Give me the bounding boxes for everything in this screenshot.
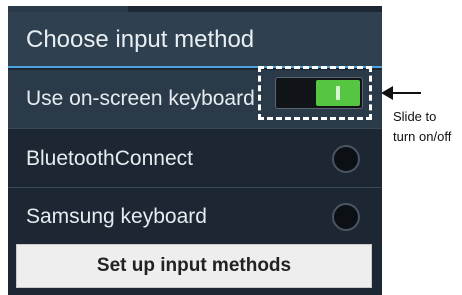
dialog-title: Choose input method (8, 12, 382, 68)
set-up-input-methods-button[interactable]: Set up input methods (16, 244, 372, 288)
samsung-keyboard-radio[interactable] (332, 203, 360, 231)
on-screen-keyboard-label: Use on-screen keyboard (26, 87, 255, 110)
arrow-left-icon (381, 86, 421, 100)
samsung-keyboard-row[interactable]: Samsung keyboard (8, 188, 382, 246)
toggle-knob[interactable] (316, 80, 360, 106)
callout-line-2: turn on/off (393, 129, 452, 144)
divider (8, 128, 382, 129)
on-screen-keyboard-toggle[interactable] (275, 77, 363, 109)
callout-text: Slide to turn on/off (393, 107, 462, 147)
callout-line-1: Slide to (393, 109, 437, 124)
bluetooth-connect-row[interactable]: BluetoothConnect (8, 130, 382, 188)
bluetooth-connect-radio[interactable] (332, 145, 360, 173)
bluetooth-connect-label: BluetoothConnect (26, 147, 193, 170)
samsung-keyboard-label: Samsung keyboard (26, 205, 207, 228)
